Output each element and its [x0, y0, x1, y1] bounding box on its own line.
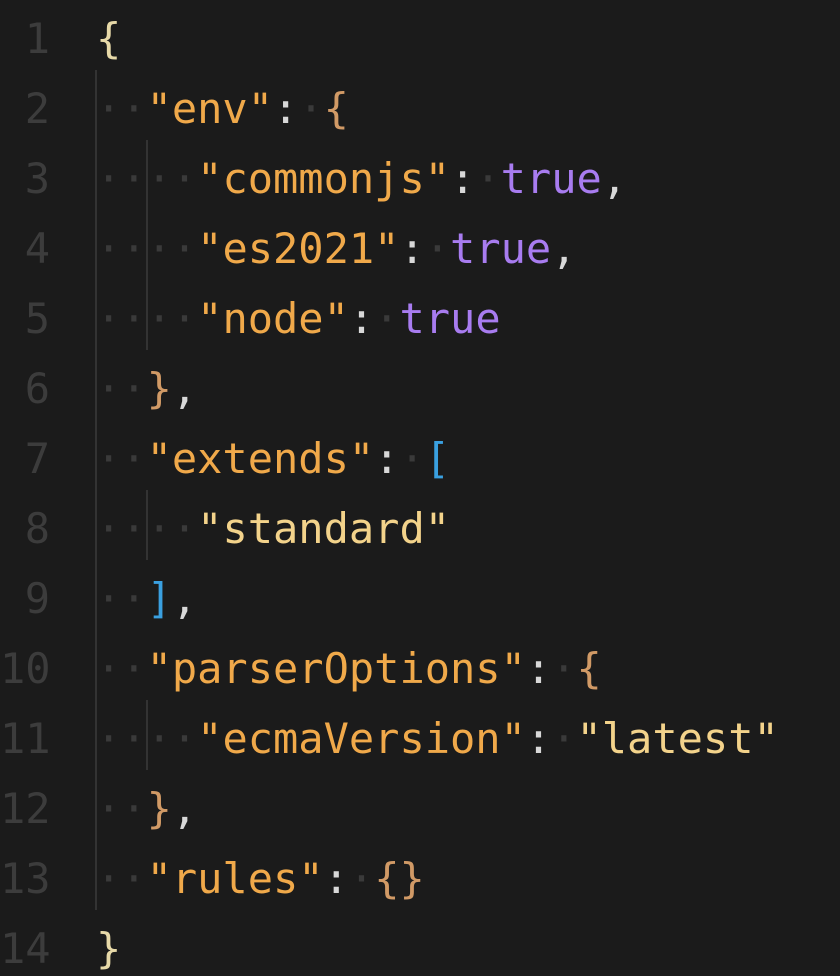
line-number: 2	[24, 84, 50, 133]
line-code: ··"rules":·{}	[96, 844, 425, 914]
code-token: true	[450, 224, 552, 273]
code-token: }	[96, 924, 122, 973]
code-token: "commonjs"	[197, 154, 451, 203]
code-token: [	[424, 434, 451, 483]
code-token: "es2021"	[197, 224, 400, 273]
line-code: ··"parserOptions":·{	[96, 634, 602, 704]
code-line[interactable]: 3 ····"commonjs":·true,	[0, 144, 840, 214]
code-token: ,	[551, 224, 577, 273]
code-token: :	[273, 84, 299, 133]
whitespace-marker: ·	[475, 154, 501, 203]
code-token: true	[500, 154, 602, 203]
whitespace-marker: ·	[399, 434, 425, 483]
whitespace-marker: ··	[96, 854, 147, 903]
line-code: ··],	[96, 564, 197, 634]
code-token: "extends"	[146, 434, 375, 483]
code-line[interactable]: 4 ····"es2021":·true,	[0, 214, 840, 284]
whitespace-marker: ·	[348, 854, 375, 903]
line-code: ····"node":·true	[96, 284, 501, 354]
code-token: "latest"	[576, 714, 779, 763]
code-line[interactable]: 12 ··},	[0, 774, 840, 844]
code-token: "rules"	[146, 854, 324, 903]
line-number: 12	[0, 784, 51, 833]
line-code: ··},	[96, 354, 197, 424]
line-number: 4	[24, 224, 50, 273]
whitespace-marker: ·	[551, 644, 577, 693]
line-number: 13	[0, 854, 51, 903]
line-number: 3	[24, 154, 50, 203]
code-token: }	[146, 364, 172, 413]
code-token: ,	[171, 364, 198, 413]
whitespace-marker: ··	[96, 84, 147, 133]
code-token: {	[96, 14, 122, 63]
code-line[interactable]: 1{	[0, 4, 840, 74]
whitespace-marker: ····	[96, 714, 198, 763]
code-token: :	[399, 224, 425, 273]
line-code: ····"es2021":·true,	[96, 214, 577, 284]
line-number: 8	[24, 504, 50, 553]
line-code: ····"ecmaVersion":·"latest"	[96, 704, 779, 774]
code-token: true	[399, 294, 501, 343]
whitespace-marker: ····	[96, 154, 198, 203]
code-line[interactable]: 7 ··"extends":·[	[0, 424, 840, 494]
code-token: :	[374, 434, 400, 483]
code-token: "standard"	[197, 504, 451, 553]
whitespace-marker: ····	[96, 294, 198, 343]
code-token: "env"	[146, 84, 274, 133]
line-code: {	[96, 4, 121, 74]
whitespace-marker: ····	[96, 504, 198, 553]
code-line[interactable]: 2 ··"env":·{	[0, 74, 840, 144]
line-code: ··},	[96, 774, 197, 844]
code-token: :	[525, 714, 552, 763]
line-code: ··"env":·{	[96, 74, 349, 144]
code-token: :	[323, 854, 349, 903]
code-token: ,	[171, 574, 198, 623]
line-code: ····"standard"	[96, 494, 450, 564]
code-token: "parserOptions"	[146, 644, 526, 693]
whitespace-marker: ·	[374, 294, 400, 343]
code-line[interactable]: 9 ··],	[0, 564, 840, 634]
code-token: ]	[146, 574, 172, 623]
whitespace-marker: ··	[96, 364, 147, 413]
line-number: 10	[0, 644, 51, 693]
code-token: "node"	[197, 294, 349, 343]
line-code: }	[96, 914, 121, 976]
line-number: 14	[0, 924, 51, 973]
code-token: "ecmaVersion"	[197, 714, 526, 763]
whitespace-marker: ·	[298, 84, 324, 133]
whitespace-marker: ·	[424, 224, 451, 273]
line-number: 11	[0, 714, 51, 763]
line-number: 9	[24, 574, 50, 623]
code-token: ,	[171, 784, 198, 833]
code-token: {	[576, 644, 602, 693]
code-token: ,	[601, 154, 628, 203]
whitespace-marker: ·	[551, 714, 577, 763]
line-number: 6	[24, 364, 50, 413]
line-number: 7	[24, 434, 50, 483]
whitespace-marker: ··	[96, 574, 147, 623]
line-code: ····"commonjs":·true,	[96, 144, 627, 214]
line-number: 5	[24, 294, 50, 343]
code-token: {}	[374, 854, 425, 903]
whitespace-marker: ··	[96, 434, 147, 483]
code-line[interactable]: 13 ··"rules":·{}	[0, 844, 840, 914]
line-number: 1	[24, 14, 50, 63]
code-token: }	[146, 784, 172, 833]
code-editor[interactable]: 1{2 ··"env":·{3 ····"commonjs":·true, 4 ····…	[0, 0, 840, 976]
code-token: {	[323, 84, 349, 133]
code-line[interactable]: 6 ··},	[0, 354, 840, 424]
code-token: :	[348, 294, 375, 343]
code-line[interactable]: 5 ····"node":·true	[0, 284, 840, 354]
whitespace-marker: ··	[96, 644, 147, 693]
whitespace-marker: ····	[96, 224, 198, 273]
code-line[interactable]: 11 ····"ecmaVersion":·"latest"	[0, 704, 840, 774]
whitespace-marker: ··	[96, 784, 147, 833]
line-code: ··"extends":·[	[96, 424, 450, 494]
code-line[interactable]: 8 ····"standard"	[0, 494, 840, 564]
code-line[interactable]: 10 ··"parserOptions":·{	[0, 634, 840, 704]
code-token: :	[525, 644, 552, 693]
code-line[interactable]: 14}	[0, 914, 840, 976]
code-token: :	[450, 154, 476, 203]
